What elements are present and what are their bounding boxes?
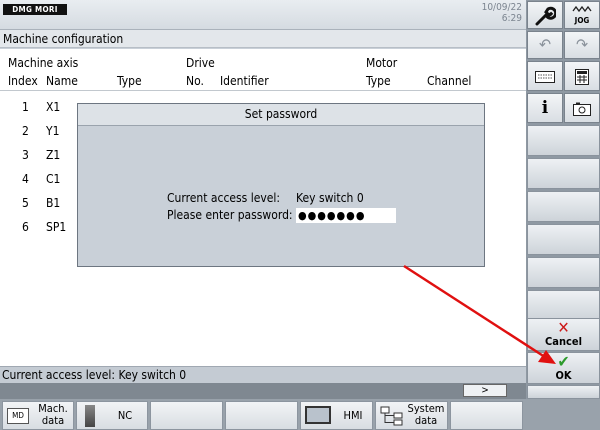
annotation-arrow bbox=[403, 264, 556, 364]
arrow-line bbox=[403, 264, 549, 361]
arrow-head bbox=[538, 350, 556, 364]
